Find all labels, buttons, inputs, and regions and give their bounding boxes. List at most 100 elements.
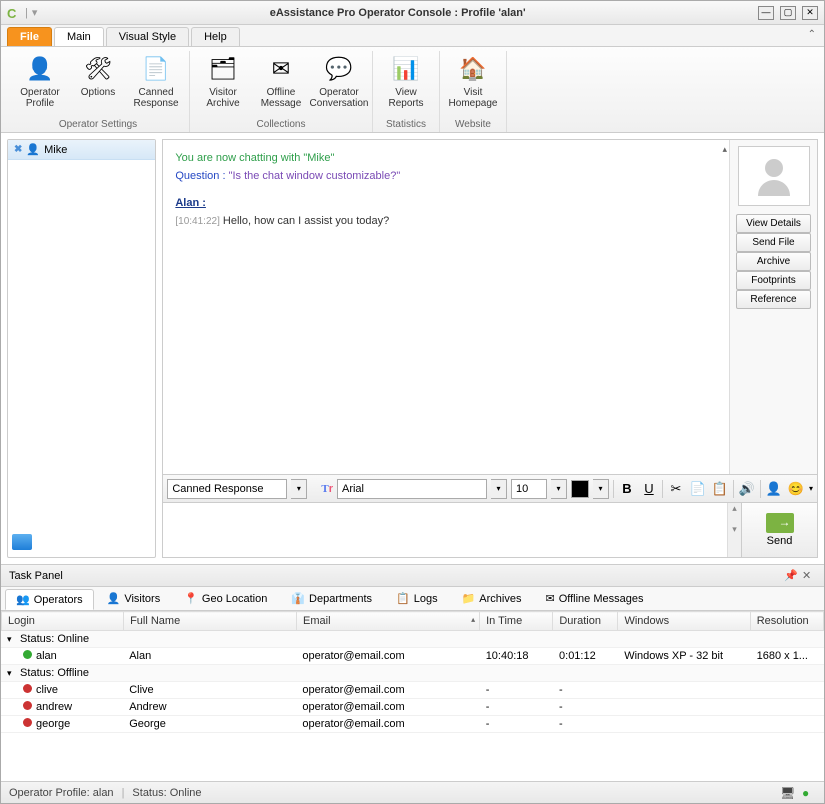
cell: george [1, 716, 123, 733]
ribbon-button-label: Canned Response [129, 87, 183, 109]
tab-archives[interactable]: 📁Archives [451, 588, 533, 609]
cut-icon[interactable]: ✂ [667, 480, 685, 498]
operator-conversation-button[interactable]: 💬Operator Conversation [310, 51, 368, 111]
table-row[interactable]: georgeGeorgeoperator@email.com-- [1, 716, 824, 733]
table-row[interactable]: cliveCliveoperator@email.com-- [1, 682, 824, 699]
canned-response-select[interactable]: Canned Response [167, 479, 287, 499]
font-dropdown-icon[interactable]: ▾ [491, 479, 507, 499]
input-scrollbar[interactable]: ▴▾ [727, 503, 741, 557]
cell: Windows XP - 32 bit [618, 648, 750, 665]
tab-label: Departments [309, 593, 372, 605]
tab-logs[interactable]: 📋Logs [385, 588, 449, 609]
visit-homepage-button[interactable]: 🏠Visit Homepage [444, 51, 502, 111]
minimize-button[interactable]: — [758, 6, 774, 20]
ribbon-button-label: Offline Message [254, 87, 308, 109]
folder-icon[interactable] [12, 534, 32, 550]
cell: - [553, 716, 618, 733]
tab-visitors[interactable]: 👤Visitors [96, 588, 172, 609]
panel-close-icon[interactable]: ✕ [802, 569, 816, 583]
ribbon-button-label: Options [81, 87, 115, 98]
visitor-list-item[interactable]: ✖ 👤 Mike [8, 140, 155, 160]
tab-offline-messages[interactable]: ✉Offline Messages [534, 588, 654, 609]
cell: - [480, 716, 553, 733]
main-area: ✖ 👤 Mike ▴ You are now chatting with "Mi… [1, 133, 824, 564]
column-header[interactable]: Windows [618, 612, 750, 631]
footprints-button[interactable]: Footprints [736, 271, 811, 290]
operator-icon[interactable]: 👤 [765, 480, 783, 498]
table-row[interactable]: andrewAndrewoperator@email.com-- [1, 699, 824, 716]
view-details-button[interactable]: View Details [736, 214, 811, 233]
expand-icon[interactable]: ▾ [7, 668, 17, 679]
ribbon-button-label: Operator Conversation [310, 87, 369, 109]
task-panel: Task Panel 📌 ✕ 👥Operators👤Visitors📍Geo L… [1, 564, 824, 781]
tab-geo-location[interactable]: 📍Geo Location [173, 588, 278, 609]
close-button[interactable]: ✕ [802, 6, 818, 20]
tab-departments[interactable]: 👔Departments [280, 588, 383, 609]
column-header[interactable]: In Time [480, 612, 553, 631]
tab-main[interactable]: Main [54, 27, 104, 46]
archive-button[interactable]: Archive [736, 252, 811, 271]
ribbon-button-label: Visit Homepage [446, 87, 500, 109]
sound-icon[interactable]: 🔊 [738, 480, 756, 498]
expand-icon[interactable]: ▾ [7, 634, 17, 645]
canned-response-button[interactable]: 📄Canned Response [127, 51, 185, 111]
canned-dropdown-icon[interactable]: ▾ [291, 479, 307, 499]
reference-button[interactable]: Reference [736, 290, 811, 309]
offline-message-icon: ✉ [265, 53, 297, 85]
offline-message-button[interactable]: ✉Offline Message [252, 51, 310, 111]
ribbon-group-label: Statistics [386, 119, 426, 132]
visitor-archive-button[interactable]: 🗂Visitor Archive [194, 51, 252, 111]
view-reports-button[interactable]: 📊View Reports [377, 51, 435, 111]
column-header[interactable]: Full Name [124, 612, 297, 631]
pin-icon[interactable]: 📌 [784, 569, 798, 583]
cell: operator@email.com [296, 716, 479, 733]
bold-button[interactable]: B [618, 480, 636, 498]
status-dot-icon [23, 650, 32, 659]
column-header[interactable]: Duration [553, 612, 618, 631]
group-row[interactable]: ▾ Status: Online [1, 631, 824, 648]
send-button[interactable]: Send [741, 503, 817, 557]
tab-operators[interactable]: 👥Operators [5, 589, 94, 610]
color-swatch[interactable] [571, 480, 589, 498]
copy-icon[interactable]: 📄 [689, 480, 707, 498]
size-dropdown-icon[interactable]: ▾ [551, 479, 567, 499]
cell [751, 699, 824, 716]
cell [751, 716, 824, 733]
group-row[interactable]: ▾ Status: Offline [1, 665, 824, 682]
emoji-dropdown-icon[interactable]: ▾ [809, 484, 813, 493]
underline-button[interactable]: U [640, 480, 658, 498]
ribbon: 👤Operator Profile🛠Options📄Canned Respons… [1, 47, 824, 133]
sort-icon[interactable]: ▴ [471, 615, 475, 624]
table-row[interactable]: alanAlanoperator@email.com10:40:180:01:1… [1, 648, 824, 665]
font-size-select[interactable]: 10 [511, 479, 547, 499]
cell [618, 716, 750, 733]
tab-visual-style[interactable]: Visual Style [106, 27, 189, 46]
visit-homepage-icon: 🏠 [457, 53, 489, 85]
cell: operator@email.com [296, 682, 479, 699]
font-select[interactable]: Arial [337, 479, 487, 499]
color-dropdown-icon[interactable]: ▾ [593, 479, 609, 499]
maximize-button[interactable]: ▢ [780, 6, 796, 20]
chat-input[interactable] [163, 503, 727, 557]
close-visitor-icon[interactable]: ✖ [14, 144, 22, 155]
system-message: You are now chatting with "Mike" [175, 150, 717, 168]
cell: clive [1, 682, 123, 699]
paste-icon[interactable]: 📋 [711, 480, 729, 498]
column-header[interactable]: Resolution [750, 612, 823, 631]
ribbon-tabs: File Main Visual Style Help ⌃ [1, 25, 824, 47]
column-header[interactable]: Login [2, 612, 124, 631]
options-button[interactable]: 🛠Options [69, 51, 127, 111]
status-icon-1[interactable]: 🖥 [780, 786, 794, 800]
ribbon-collapse-icon[interactable]: ⌃ [808, 29, 816, 40]
operator-profile-button[interactable]: 👤Operator Profile [11, 51, 69, 111]
tab-help[interactable]: Help [191, 27, 240, 46]
scroll-up-icon[interactable]: ▴ [722, 142, 727, 156]
avatar [738, 146, 810, 206]
tab-file[interactable]: File [7, 27, 52, 46]
send-file-button[interactable]: Send File [736, 233, 811, 252]
emoji-icon[interactable]: 😊 [787, 480, 805, 498]
status-icon-2[interactable]: ● [802, 786, 816, 800]
operator-conversation-icon: 💬 [323, 53, 355, 85]
column-header[interactable]: Email▴ [297, 612, 480, 631]
task-panel-title: Task Panel [9, 570, 63, 582]
